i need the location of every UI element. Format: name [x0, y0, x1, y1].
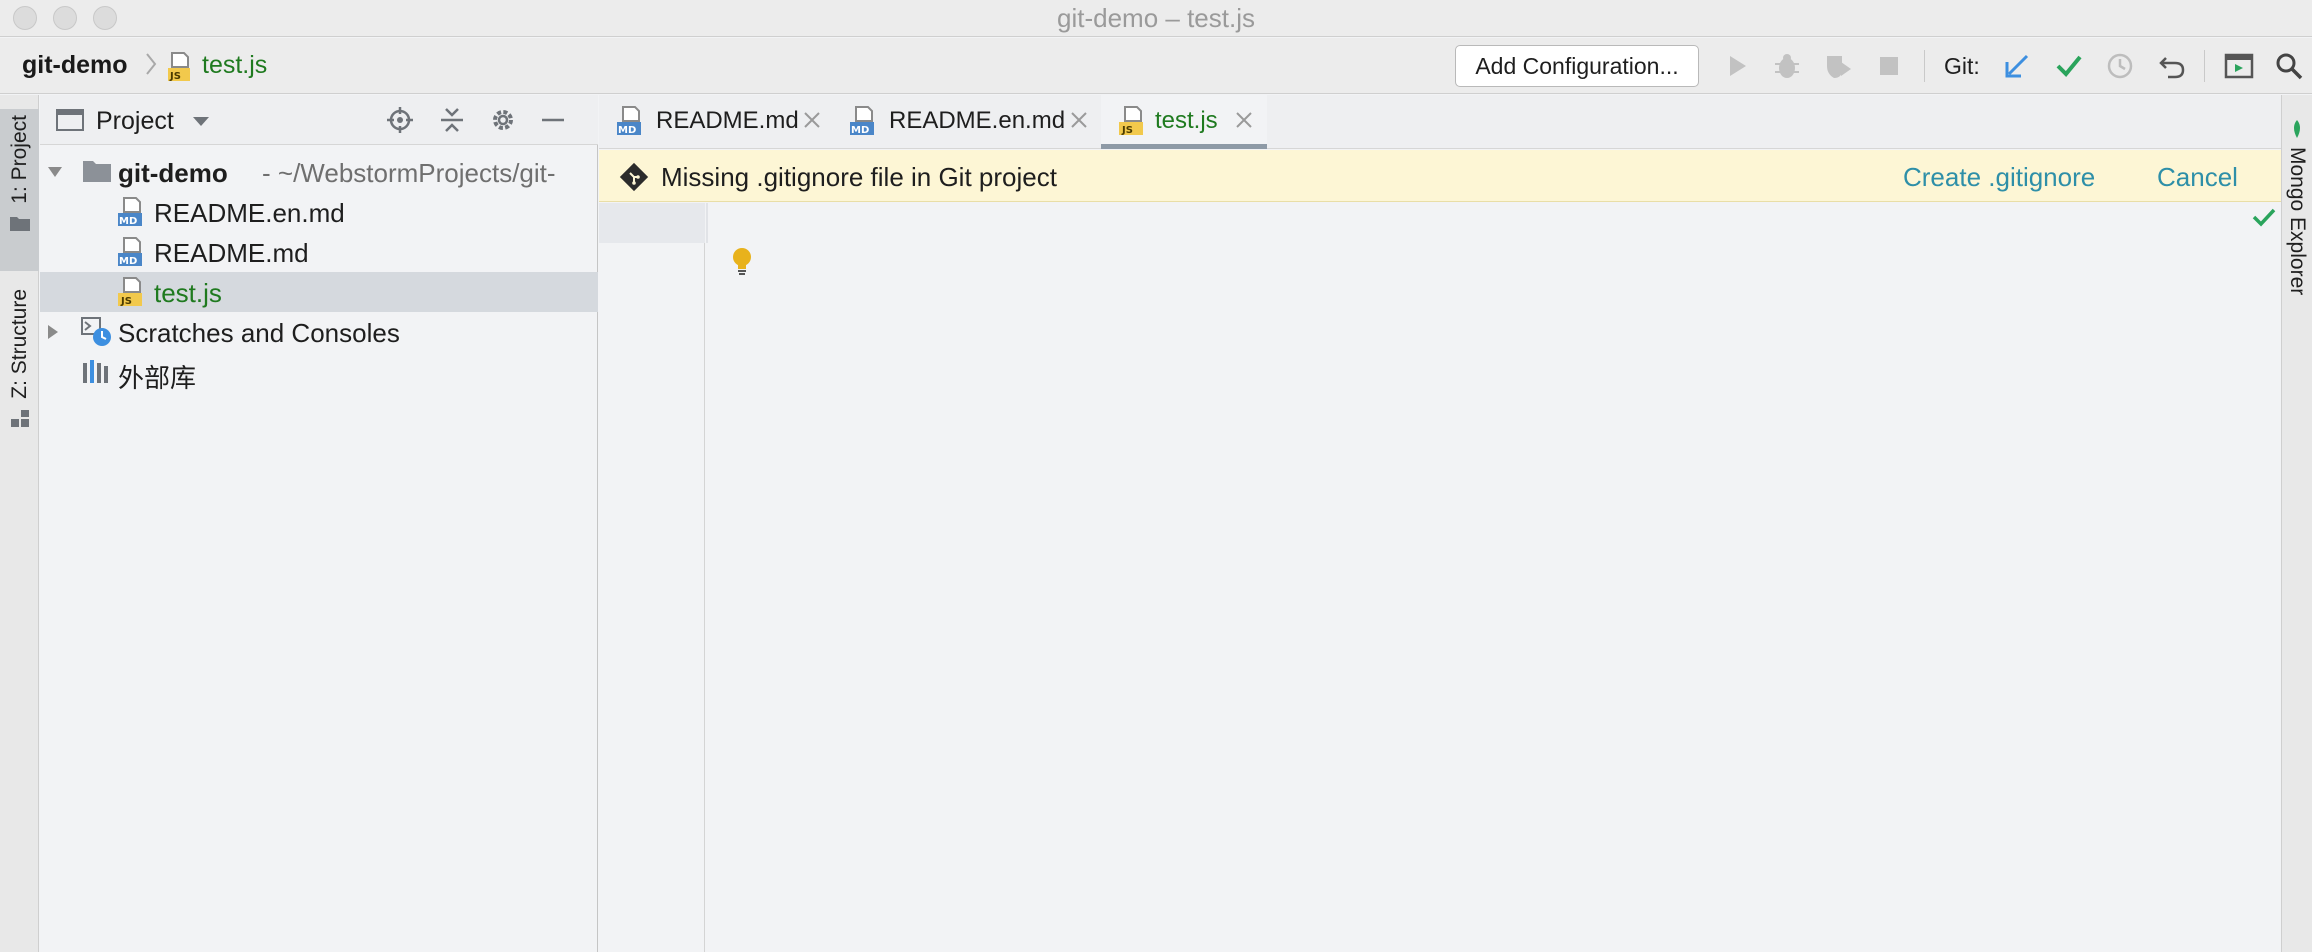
file-name: README.md [154, 238, 309, 268]
tab-label: README.md [656, 107, 799, 134]
right-tool-stripe: Mongo Explorer [2281, 95, 2312, 952]
mongo-explorer-tool-tab[interactable]: Mongo Explorer [2282, 119, 2312, 295]
md-file-icon: MD [617, 106, 641, 136]
search-icon[interactable] [2273, 50, 2305, 82]
mongo-leaf-icon [2294, 120, 2300, 138]
left-tool-stripe: 1: Project Z: Structure [0, 95, 39, 952]
project-view-icon [56, 109, 84, 131]
banner-message: Missing .gitignore file in Git project [661, 162, 1057, 192]
structure-icon [10, 409, 29, 427]
svg-text:MD: MD [851, 125, 869, 136]
md-file-icon: MD [118, 237, 142, 267]
run-icon[interactable] [1721, 50, 1753, 82]
md-file-icon: MD [850, 106, 874, 136]
svg-text:MD: MD [618, 125, 636, 136]
tree-file-readme[interactable]: MD README.md [40, 232, 598, 272]
git-update-icon[interactable] [2001, 50, 2033, 82]
navigation-bar: git-demo JS test.js Add Configuration...… [0, 38, 2312, 94]
svg-text:JS: JS [169, 71, 181, 82]
toolbar-separator [1924, 50, 1925, 82]
git-history-icon[interactable] [2104, 50, 2136, 82]
chevron-down-icon[interactable] [192, 116, 210, 127]
structure-tool-tab[interactable]: Z: Structure [0, 285, 39, 455]
tab-readme-md[interactable]: MD README.md [599, 95, 831, 149]
coverage-icon[interactable] [1822, 50, 1854, 82]
git-rollback-icon[interactable] [2156, 50, 2188, 82]
external-libraries-label: 外部库 [118, 363, 197, 393]
folder-icon [83, 161, 111, 182]
project-tool-tab-label: 1: Project [7, 115, 31, 204]
gutter-current-line [599, 203, 705, 243]
tree-file-test-js[interactable]: JS test.js [40, 272, 598, 312]
scratches-icon [81, 317, 111, 346]
collapse-all-icon[interactable] [436, 104, 468, 136]
root-folder-path: - ~/WebstormProjects/git- [262, 158, 556, 188]
project-panel-header: Project [40, 95, 598, 145]
cancel-link[interactable]: Cancel [2157, 162, 2238, 193]
js-file-icon: JS [1119, 106, 1143, 136]
inspection-ok-icon[interactable] [2252, 207, 2276, 227]
svg-text:JS: JS [1121, 125, 1133, 136]
locate-icon[interactable] [384, 104, 416, 136]
svg-text:JS: JS [120, 296, 132, 307]
hide-icon[interactable] [537, 104, 569, 136]
file-name: README.en.md [154, 198, 345, 228]
tab-label: README.en.md [889, 107, 1066, 134]
tree-external-libraries[interactable]: 外部库 [40, 352, 598, 393]
file-name: test.js [154, 278, 222, 308]
project-tool-tab[interactable]: 1: Project [0, 109, 39, 271]
mongo-explorer-label: Mongo Explorer [2286, 147, 2309, 296]
tab-test-js[interactable]: JS test.js [1101, 95, 1267, 149]
stop-icon[interactable] [1873, 50, 1905, 82]
window-title: git-demo – test.js [1057, 3, 1255, 33]
gitignore-notification-banner: Missing .gitignore file in Git project C… [599, 150, 2281, 202]
create-gitignore-link[interactable]: Create .gitignore [1903, 162, 2095, 193]
git-icon [619, 162, 649, 192]
code-current-line[interactable] [706, 203, 2281, 243]
editor-area: MD README.md MD README.en.md JS test.js … [599, 95, 2281, 952]
library-icon [83, 360, 108, 383]
breadcrumb-separator-icon [146, 53, 157, 75]
md-file-icon: MD [118, 197, 142, 227]
root-folder-name: git-demo [118, 158, 228, 188]
close-icon[interactable] [1233, 109, 1255, 131]
expand-arrow-icon[interactable] [47, 324, 59, 340]
close-icon[interactable] [801, 109, 823, 131]
breadcrumb-project[interactable]: git-demo [22, 51, 128, 80]
close-icon[interactable] [1068, 109, 1090, 131]
title-bar: git-demo – test.js [0, 0, 2312, 37]
editor-gutter[interactable] [599, 203, 705, 952]
svg-text:MD: MD [119, 216, 137, 227]
debug-icon[interactable] [1771, 50, 1803, 82]
js-file-icon: JS [118, 277, 142, 307]
lightbulb-icon[interactable] [731, 247, 753, 277]
scratches-label: Scratches and Consoles [118, 318, 400, 348]
project-view-selector[interactable]: Project [96, 107, 174, 136]
expand-arrow-icon[interactable] [47, 166, 63, 178]
tree-file-readme-en[interactable]: MD README.en.md [40, 192, 598, 232]
svg-text:MD: MD [119, 256, 137, 267]
git-commit-icon[interactable] [2053, 50, 2085, 82]
tree-root-folder[interactable]: git-demo - ~/WebstormProjects/git- [40, 152, 598, 192]
folder-icon [9, 216, 30, 231]
active-tab-indicator [1101, 144, 1267, 149]
js-file-icon: JS [168, 52, 190, 82]
add-configuration-button[interactable]: Add Configuration... [1455, 45, 1699, 87]
project-panel: Project git-demo - ~/WebstormProjects/gi… [40, 95, 598, 952]
tab-readme-en-md[interactable]: MD README.en.md [832, 95, 1102, 149]
editor-tabs: MD README.md MD README.en.md JS test.js [599, 95, 2281, 149]
git-label: Git: [1944, 53, 1980, 79]
structure-tool-tab-label: Z: Structure [7, 289, 31, 399]
gear-icon[interactable] [487, 104, 519, 136]
toolbar-separator [2204, 50, 2205, 82]
tree-scratches[interactable]: Scratches and Consoles [40, 312, 598, 352]
breadcrumb-file[interactable]: test.js [202, 51, 267, 80]
run-anything-icon[interactable] [2223, 50, 2255, 82]
tab-label: test.js [1155, 107, 1218, 134]
